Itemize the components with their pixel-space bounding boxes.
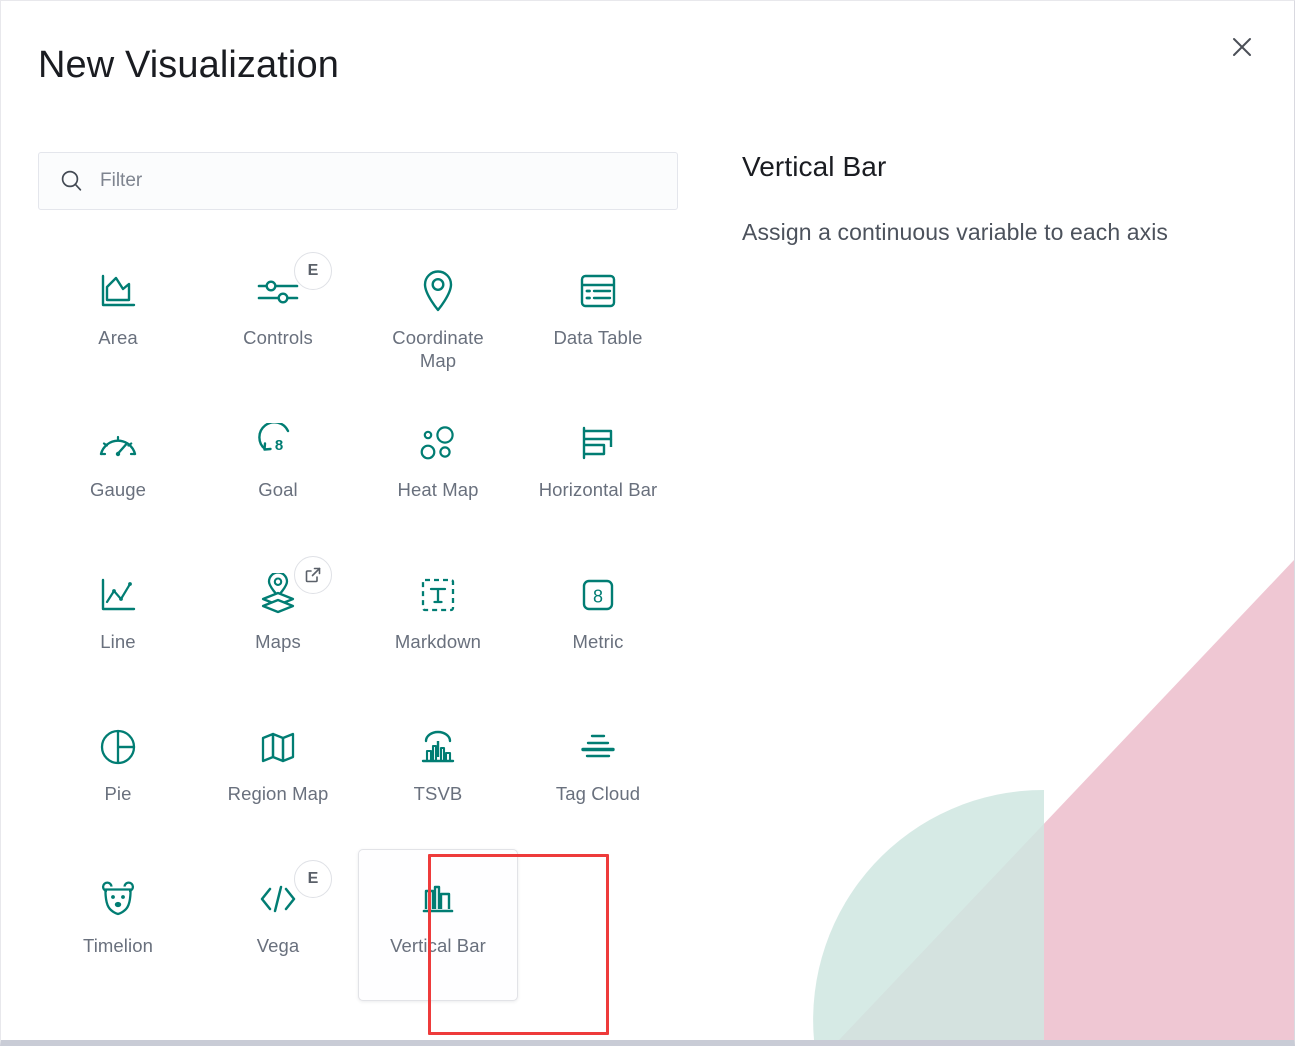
external-link-badge-icon: [294, 556, 332, 594]
timelion-bear-icon: [98, 876, 138, 922]
vis-type-label: Markdown: [394, 631, 482, 652]
heatmap-icon: [416, 420, 460, 466]
vis-type-label: Metric: [572, 631, 624, 652]
vis-type-maps[interactable]: Maps: [198, 545, 358, 697]
code-brackets-icon: [256, 876, 300, 922]
vis-type-timelion[interactable]: Timelion: [38, 849, 198, 1001]
search-input[interactable]: [100, 170, 626, 192]
vis-type-gauge[interactable]: Gauge: [38, 393, 198, 545]
vis-type-horizontal-bar[interactable]: Horizontal Bar: [518, 393, 678, 545]
experimental-badge: E: [294, 252, 332, 290]
vis-type-tag-cloud[interactable]: Tag Cloud: [518, 697, 678, 849]
table-icon: [577, 268, 619, 314]
metric-icon: 8: [577, 572, 619, 618]
vis-type-coordinate-map[interactable]: Coordinate Map: [358, 241, 518, 393]
decorative-corner-art: [813, 560, 1294, 1040]
vis-type-heat-map[interactable]: Heat Map: [358, 393, 518, 545]
vis-type-label: Area: [98, 327, 138, 348]
vis-type-metric[interactable]: 8 Metric: [518, 545, 678, 697]
vis-type-label: Controls: [243, 327, 313, 348]
tsvb-icon: [416, 724, 460, 770]
vis-type-label: Gauge: [89, 479, 147, 500]
vis-type-controls[interactable]: Controls E: [198, 241, 358, 393]
vis-type-goal[interactable]: 8 Goal: [198, 393, 358, 545]
vis-type-tsvb[interactable]: TSVB: [358, 697, 518, 849]
vertical-bar-icon: [417, 876, 459, 922]
svg-text:8: 8: [275, 437, 283, 454]
vis-type-data-table[interactable]: Data Table: [518, 241, 678, 393]
vis-type-label: Timelion: [82, 935, 154, 956]
vis-type-label: Vega: [256, 935, 300, 956]
detail-title: Vertical Bar: [742, 151, 887, 182]
vis-type-region-map[interactable]: Region Map: [198, 697, 358, 849]
vis-type-label: Goal: [258, 479, 298, 500]
visualization-type-grid: Area Controls E Coordinate Map Data Table…: [38, 241, 678, 1001]
svg-text:8: 8: [593, 587, 603, 607]
maps-layers-icon: [257, 572, 299, 618]
vis-type-area[interactable]: Area: [38, 241, 198, 393]
markdown-text-icon: [417, 572, 459, 618]
vis-type-vertical-bar[interactable]: Vertical Bar: [358, 849, 518, 1001]
experimental-badge: E: [294, 860, 332, 898]
vis-type-label: Horizontal Bar: [538, 479, 658, 500]
close-icon: [1233, 38, 1251, 56]
gauge-icon: [96, 420, 140, 466]
vis-type-label: Pie: [104, 783, 132, 804]
vis-type-pie[interactable]: Pie: [38, 697, 198, 849]
line-chart-icon: [96, 572, 140, 618]
vis-type-label: Vertical Bar: [390, 935, 486, 956]
filter-search: [38, 152, 678, 210]
vis-type-markdown[interactable]: Markdown: [358, 545, 518, 697]
new-visualization-dialog: New Visualization Area Controls E Coordin…: [0, 0, 1295, 1046]
vis-type-label: Maps: [255, 631, 301, 652]
page-title: New Visualization: [38, 44, 339, 86]
map-pin-icon: [421, 268, 455, 314]
detail-description: Assign a continuous variable to each axi…: [742, 219, 1169, 245]
close-dialog-button[interactable]: [1223, 28, 1261, 66]
search-icon: [61, 170, 82, 191]
goal-icon: 8: [258, 420, 298, 466]
vis-type-label: Line: [100, 631, 136, 652]
vis-type-label: Region Map: [227, 783, 329, 804]
vis-type-label: Tag Cloud: [555, 783, 641, 804]
vis-type-line[interactable]: Line: [38, 545, 198, 697]
horizontal-bar-icon: [577, 420, 619, 466]
pie-chart-icon: [97, 724, 139, 770]
visualization-detail-panel: Vertical Bar Assign a continuous variabl…: [742, 151, 1252, 248]
vis-type-label: Coordinate Map: [392, 327, 484, 372]
vis-type-label: Heat Map: [397, 479, 479, 500]
tag-cloud-icon: [576, 724, 620, 770]
region-map-icon: [257, 724, 299, 770]
area-chart-icon: [96, 268, 140, 314]
vis-type-label: Data Table: [553, 327, 643, 348]
vis-type-label: TSVB: [413, 783, 463, 804]
vis-type-vega[interactable]: Vega E: [198, 849, 358, 1001]
search-field[interactable]: [38, 152, 678, 210]
